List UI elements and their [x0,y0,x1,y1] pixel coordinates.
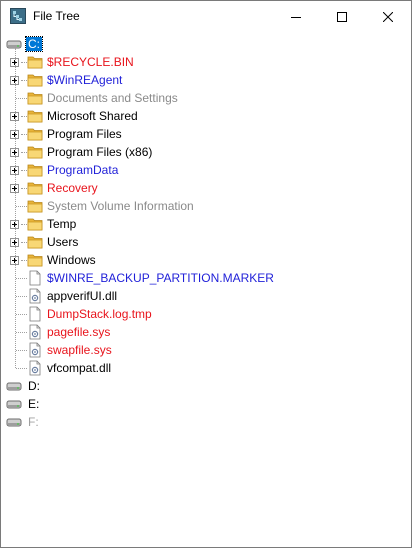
tree-connector-line [15,48,16,368]
close-button[interactable] [365,1,411,32]
tree-item-drive-f[interactable]: F: [2,413,402,431]
tree-item-label: System Volume Information [47,199,194,213]
tree-item-label: C: [25,36,43,52]
tree-item[interactable]: Users [2,233,402,251]
folder-icon [27,110,43,123]
folder-icon [27,128,43,141]
maximize-icon [337,11,347,22]
tree-item-label: appverifUI.dll [47,289,118,303]
tree-connector-line [21,152,27,153]
settings-file-icon [29,342,41,358]
folder-icon [27,74,43,87]
hard-drive-icon [6,40,22,49]
tree-connector-line [16,314,27,315]
tree-connector-line [21,80,27,81]
tree-item-drive-c[interactable]: C: [2,35,402,53]
folder-icon [27,200,43,213]
settings-file-icon [29,288,41,304]
tree-connector-line [16,206,27,207]
tree-item[interactable]: Program Files (x86) [2,143,402,161]
window-title: File Tree [33,9,80,23]
tree-item-label: Users [47,235,79,249]
tree-connector-line [21,188,27,189]
tree-item-label: ProgramData [47,163,119,177]
tree-item[interactable]: pagefile.sys [2,323,402,341]
tree-item[interactable]: Windows [2,251,402,269]
document-icon [29,306,41,322]
tree-item-label: swapfile.sys [47,343,112,357]
tree-item-label: pagefile.sys [47,325,111,339]
tree-item-label: D: [28,379,40,393]
title-bar[interactable]: File Tree [1,1,411,32]
tree-item-label: Temp [47,217,77,231]
tree-connector-line [21,260,27,261]
tree-item[interactable]: System Volume Information [2,197,402,215]
tree-connector-line [16,278,27,279]
tree-item[interactable]: Recovery [2,179,402,197]
tree-item[interactable]: $WINRE_BACKUP_PARTITION.MARKER [2,269,402,287]
tree-item-drive-e[interactable]: E: [2,395,402,413]
tree-connector-line [16,350,27,351]
tree-connector-line [21,62,27,63]
hard-drive-icon [6,382,22,391]
folder-icon [27,146,43,159]
hard-drive-icon [6,418,22,427]
folder-icon [27,92,43,105]
tree-item-label: vfcompat.dll [47,361,112,375]
tree-item[interactable]: ProgramData [2,161,402,179]
tree-connector-line [16,332,27,333]
folder-icon [27,164,43,177]
close-icon [383,11,393,22]
tree-item-label: $RECYCLE.BIN [47,55,134,69]
minimize-icon [291,16,301,18]
file-tree-view[interactable]: C: $RECYCLE.BIN $WinREAgent Documents and S… [2,32,410,547]
tree-connector-line [21,116,27,117]
tree-connector-line [21,242,27,243]
folder-icon [27,218,43,231]
minimize-button[interactable] [273,1,319,32]
tree-item[interactable]: $WinREAgent [2,71,402,89]
tree-item[interactable]: Documents and Settings [2,89,402,107]
settings-file-icon [29,360,41,376]
tree-item[interactable]: Microsoft Shared [2,107,402,125]
tree-item-label: E: [28,397,40,411]
tree-item[interactable]: appverifUI.dll [2,287,402,305]
folder-icon [27,182,43,195]
tree-connector-line [21,134,27,135]
maximize-button[interactable] [319,1,365,32]
tree-connector-line [21,224,27,225]
tree-connector-line [16,98,27,99]
file-tree-window: File Tree C: $RECYCLE.BIN $WinREAgent Docum… [0,0,412,548]
tree-item-label: $WINRE_BACKUP_PARTITION.MARKER [47,271,274,285]
tree-item[interactable]: swapfile.sys [2,341,402,359]
tree-connector-line [21,170,27,171]
tree-item[interactable]: Program Files [2,125,402,143]
tree-item-label: $WinREAgent [47,73,123,87]
hard-drive-icon [6,400,22,409]
tree-item-label: Program Files (x86) [47,145,153,159]
tree-item[interactable]: vfcompat.dll [2,359,402,377]
folder-icon [27,236,43,249]
tree-item-label: Recovery [47,181,98,195]
tree-item-label: Microsoft Shared [47,109,138,123]
tree-connector-line [16,296,27,297]
tree-item-label: Program Files [47,127,122,141]
document-icon [29,270,41,286]
folder-icon [27,254,43,267]
tree-item-label: Windows [47,253,96,267]
tree-item-label: DumpStack.log.tmp [47,307,152,321]
tree-item[interactable]: $RECYCLE.BIN [2,53,402,71]
settings-file-icon [29,324,41,340]
folder-icon [27,56,43,69]
file-tree-app-icon [10,8,26,24]
tree-item[interactable]: Temp [2,215,402,233]
tree-item-label: F: [28,415,39,429]
tree-item-drive-d[interactable]: D: [2,377,402,395]
tree-item[interactable]: DumpStack.log.tmp [2,305,402,323]
tree-item-label: Documents and Settings [47,91,178,105]
tree-connector-line [16,368,27,369]
